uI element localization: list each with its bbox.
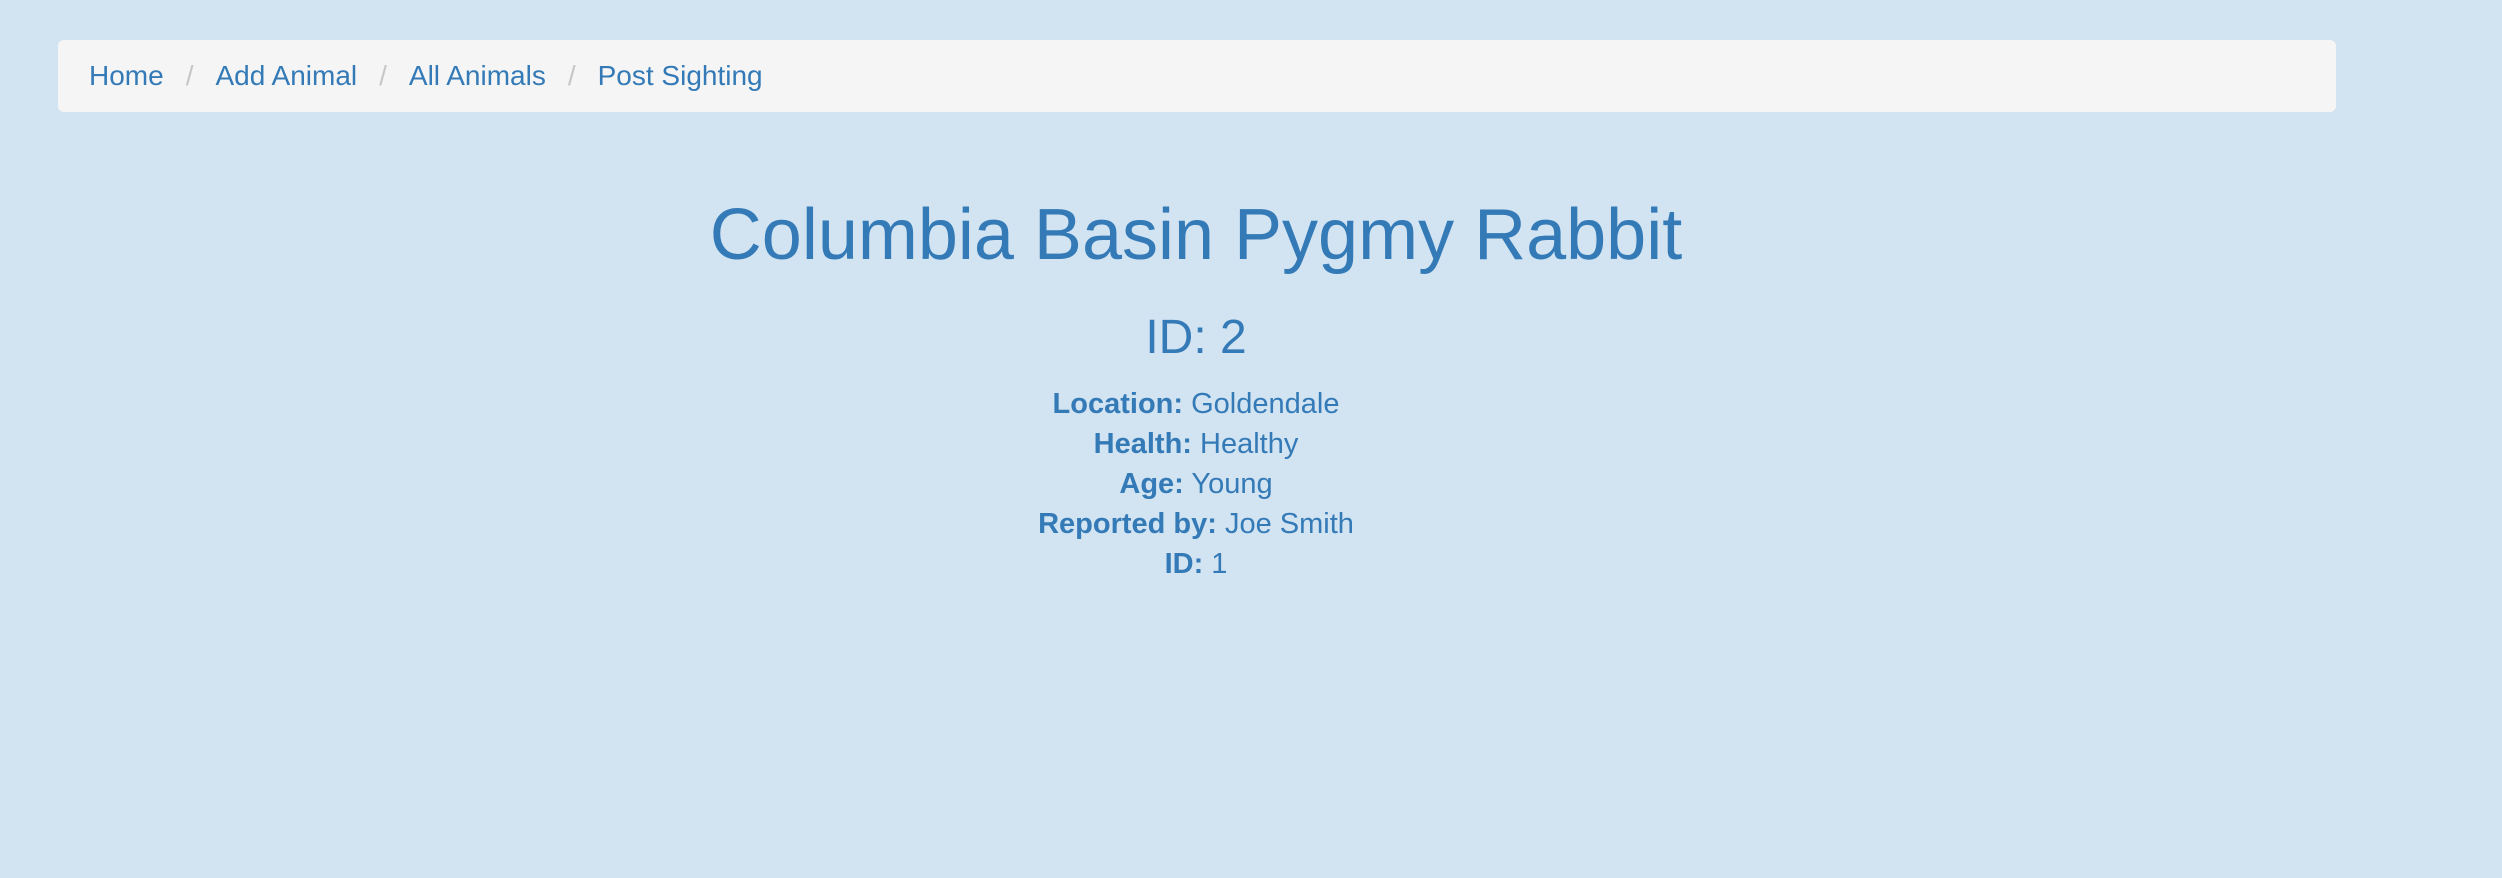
sighting-id-value: 1 bbox=[1211, 548, 1228, 580]
age-label: Age: bbox=[1119, 468, 1184, 500]
age-value: Young bbox=[1191, 468, 1273, 500]
reporter-value: Joe Smith bbox=[1224, 508, 1354, 540]
breadcrumb-post-sighting-link[interactable]: Post Sighting bbox=[598, 60, 763, 92]
breadcrumb-home-link[interactable]: Home bbox=[89, 60, 164, 92]
health-label: Health: bbox=[1093, 428, 1192, 460]
location-value: Goldendale bbox=[1191, 388, 1340, 420]
sighting-age: Age: Young bbox=[0, 464, 2392, 504]
sighting-id: ID: 1 bbox=[0, 544, 2392, 584]
health-value: Healthy bbox=[1200, 428, 1299, 460]
breadcrumb-separator: / bbox=[185, 60, 194, 91]
animal-id-heading: ID: 2 bbox=[1145, 311, 1247, 364]
breadcrumb-all-animals-link[interactable]: All Animals bbox=[409, 60, 546, 92]
sighting-health: Health: Healthy bbox=[0, 424, 2392, 464]
breadcrumb-separator: / bbox=[567, 60, 576, 91]
reporter-label: Reported by: bbox=[1038, 508, 1217, 540]
breadcrumb-separator: / bbox=[379, 60, 387, 91]
location-label: Location: bbox=[1052, 388, 1184, 420]
breadcrumb-add-animal-link[interactable]: Add Animal bbox=[215, 60, 357, 92]
sighting-details: Location: Goldendale Health: Healthy Age… bbox=[0, 384, 2392, 584]
sighting-location: Location: Goldendale bbox=[0, 384, 2392, 424]
sighting-reporter: Reported by: Joe Smith bbox=[0, 504, 2392, 544]
breadcrumb: Home / Add Animal / All Animals / Post S… bbox=[58, 40, 2336, 112]
page-title: Columbia Basin Pygmy Rabbit bbox=[709, 195, 1683, 275]
sighting-id-label: ID: bbox=[1164, 548, 1204, 580]
